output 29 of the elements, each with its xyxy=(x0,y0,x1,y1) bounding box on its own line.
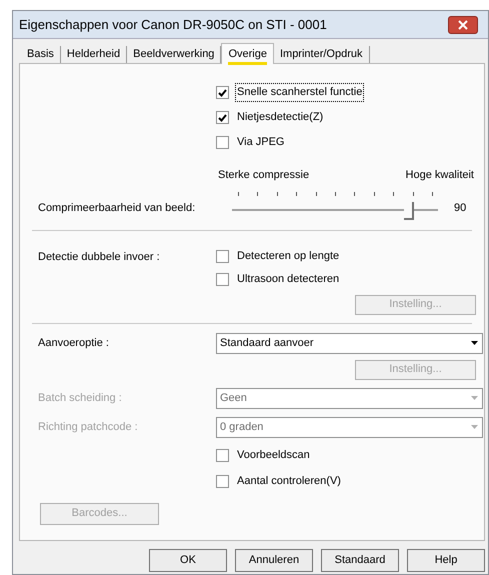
dropdown[interactable]: Standaard aanvoer xyxy=(216,332,483,354)
checkmark-icon xyxy=(218,114,227,122)
caret-icon xyxy=(470,341,478,345)
field-label: Aanvoeroptie : xyxy=(37,336,110,351)
field-label: Comprimeerbaarheid van beeld: xyxy=(37,201,196,216)
field-label: Detectie dubbele invoer : xyxy=(37,250,161,264)
checkmark-icon xyxy=(218,88,227,96)
dialog-button[interactable]: Annuleren xyxy=(235,549,313,572)
slider-value: 90 xyxy=(454,201,466,216)
checkbox[interactable]: Nietjesdetectie(Z) xyxy=(216,110,484,125)
compression-slider[interactable] xyxy=(232,190,438,220)
slider-caption: Sterke compressie xyxy=(218,168,310,183)
checkbox[interactable]: Via JPEG xyxy=(216,135,484,150)
caret-icon xyxy=(470,425,478,429)
tab[interactable]: Overige xyxy=(221,43,274,64)
dialog-button[interactable]: Help xyxy=(407,549,485,572)
close-button[interactable] xyxy=(448,16,478,34)
checkbox[interactable]: Detecteren op lengte xyxy=(216,248,342,264)
checkbox[interactable]: Aantal controleren(V) xyxy=(216,474,484,488)
field-label: Richting patchcode : xyxy=(37,420,139,435)
dialog-button[interactable]: Standaard xyxy=(321,549,399,572)
checkbox[interactable]: Ultrasoon detecteren xyxy=(216,272,342,286)
dialog-button[interactable]: OK xyxy=(149,549,227,572)
window-title: Eigenschappen voor Canon DR-9050C on STI - 0001 xyxy=(19,16,327,34)
slider-caption: Hoge kwaliteit xyxy=(406,168,474,183)
close-icon xyxy=(458,20,468,30)
field-label: Batch scheiding : xyxy=(37,390,123,406)
caret-icon xyxy=(470,396,478,400)
checkbox[interactable]: Voorbeeldscan xyxy=(216,448,484,462)
